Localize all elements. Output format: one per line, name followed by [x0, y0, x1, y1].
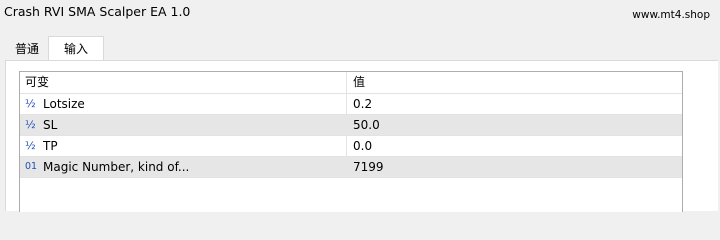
- param-name: Lotsize: [43, 97, 85, 111]
- title-bar: Crash RVI SMA Scalper EA 1.0 www.mt4.sho…: [0, 0, 720, 28]
- param-value[interactable]: 7199: [353, 157, 384, 177]
- param-value[interactable]: 0.2: [353, 94, 372, 114]
- header-variable[interactable]: 可变: [25, 72, 49, 93]
- tab-strip: 普通 输入: [0, 36, 720, 61]
- table-row[interactable]: 01 Magic Number, kind of... 7199: [20, 157, 682, 178]
- inputs-grid: 可变 值 ½ Lotsize 0.2 ½ SL 50.0 ½ TP 0.0 01…: [19, 71, 683, 212]
- tab-inputs[interactable]: 输入: [48, 36, 104, 61]
- double-type-icon: ½: [25, 139, 36, 152]
- header-value[interactable]: 值: [353, 72, 365, 93]
- inputs-panel: 可变 值 ½ Lotsize 0.2 ½ SL 50.0 ½ TP 0.0 01…: [5, 60, 718, 212]
- double-type-icon: ½: [25, 118, 36, 131]
- table-row[interactable]: ½ SL 50.0: [20, 115, 682, 136]
- tab-general[interactable]: 普通: [6, 39, 48, 60]
- param-value[interactable]: 50.0: [353, 115, 380, 135]
- window-title: Crash RVI SMA Scalper EA 1.0: [4, 4, 191, 19]
- double-type-icon: ½: [25, 97, 36, 110]
- integer-type-icon: 01: [25, 161, 38, 172]
- watermark-text: www.mt4.shop: [632, 9, 710, 21]
- table-row[interactable]: ½ Lotsize 0.2: [20, 94, 682, 115]
- param-name: Magic Number, kind of...: [43, 160, 190, 174]
- param-name: SL: [43, 118, 58, 132]
- param-value[interactable]: 0.0: [353, 136, 372, 156]
- grid-header: 可变 值: [20, 72, 682, 94]
- table-row[interactable]: ½ TP 0.0: [20, 136, 682, 157]
- param-name: TP: [43, 139, 58, 153]
